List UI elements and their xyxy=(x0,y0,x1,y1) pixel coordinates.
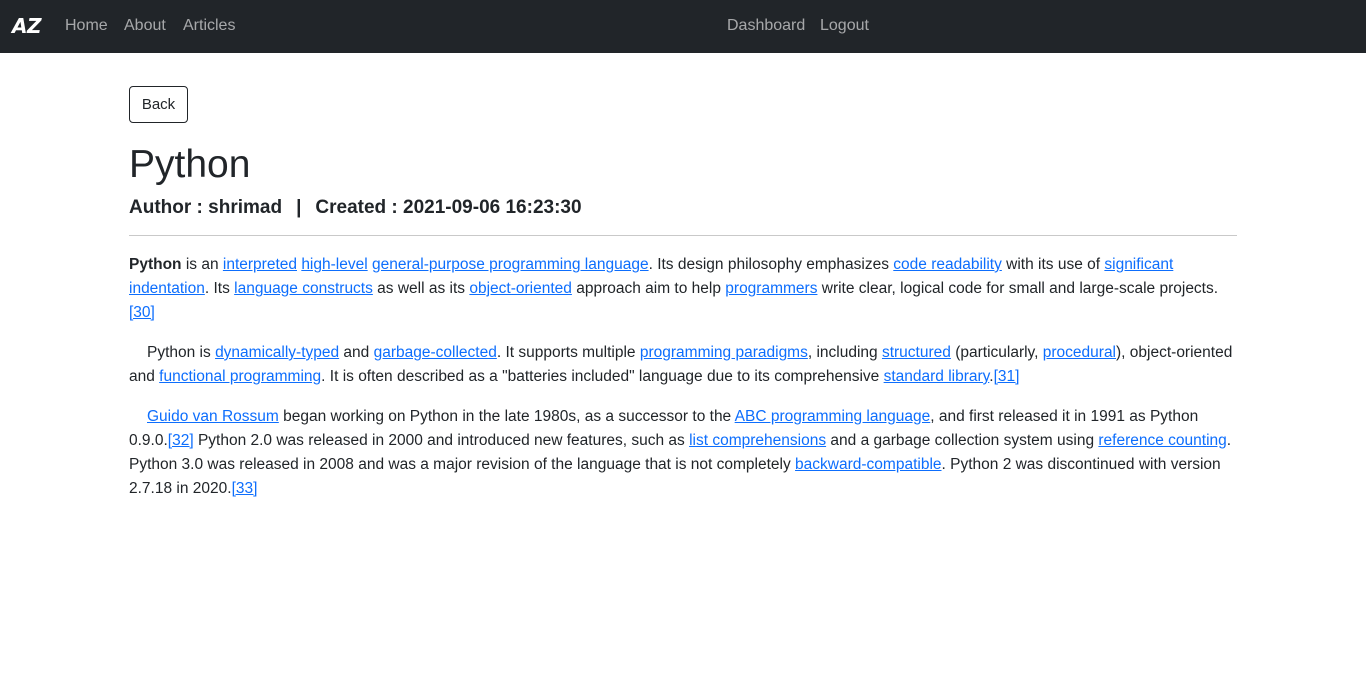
article-paragraph-3: Guido van Rossum began working on Python… xyxy=(129,405,1237,501)
citation-link[interactable]: [32] xyxy=(168,432,194,449)
link-language-constructs[interactable]: language constructs xyxy=(234,280,373,297)
text-span: and a garbage collection system using xyxy=(826,432,1099,449)
text-span: approach aim to help xyxy=(571,280,726,297)
text-span: (particularly, xyxy=(950,344,1043,361)
link-garbage-collected[interactable]: garbage-collected xyxy=(374,344,497,361)
text-span: Python 2.0 was released in 2000 and intr… xyxy=(193,432,690,449)
link-structured[interactable]: structured xyxy=(882,344,951,361)
nav-about-link[interactable]: About xyxy=(124,15,166,37)
link-procedural[interactable]: procedural xyxy=(1043,344,1116,361)
text-span: Python is xyxy=(147,344,216,361)
text-span: . It supports multiple xyxy=(496,344,640,361)
link-standard-library[interactable]: standard library xyxy=(884,368,990,385)
text-span: with its use of xyxy=(1001,256,1105,273)
citation-link[interactable]: [30] xyxy=(129,304,155,321)
meta-separator: | xyxy=(296,197,302,218)
article-body: Python is an interpreted high-level gene… xyxy=(129,253,1237,517)
text-span: and xyxy=(339,344,374,361)
link-list-comprehensions[interactable]: list comprehensions xyxy=(689,432,826,449)
article-title: Python xyxy=(129,143,251,186)
link-high-level[interactable]: high-level xyxy=(301,256,367,273)
link-general-purpose-language[interactable]: general-purpose programming language xyxy=(372,256,649,273)
article-paragraph-1: Python is an interpreted high-level gene… xyxy=(129,253,1237,325)
title-divider xyxy=(129,235,1237,236)
link-guido-van-rossum[interactable]: Guido van Rossum xyxy=(147,408,279,425)
link-code-readability[interactable]: code readability xyxy=(893,256,1002,273)
created-label: Created : 2021-09-06 16:23:30 xyxy=(315,197,582,218)
bold-term: Python xyxy=(129,256,182,273)
link-reference-counting[interactable]: reference counting xyxy=(1098,432,1226,449)
link-programming-paradigms[interactable]: programming paradigms xyxy=(640,344,808,361)
text-span: . It is often described as a "batteries … xyxy=(321,368,884,385)
link-abc-language[interactable]: ABC programming language xyxy=(735,408,931,425)
citation-link[interactable]: [33] xyxy=(232,480,258,497)
text-span: . Its design philosophy emphasizes xyxy=(648,256,894,273)
nav-logout-link[interactable]: Logout xyxy=(820,15,869,37)
text-span: is an xyxy=(181,256,223,273)
link-object-oriented[interactable]: object-oriented xyxy=(469,280,572,297)
nav-dashboard-link[interactable]: Dashboard xyxy=(727,15,805,37)
link-backward-compatible[interactable]: backward-compatible xyxy=(795,456,941,473)
text-span: , including xyxy=(807,344,882,361)
brand-logo[interactable]: AZ xyxy=(12,12,41,40)
author-label: Author : shrimad xyxy=(129,197,283,218)
nav-articles-link[interactable]: Articles xyxy=(183,15,235,37)
link-interpreted[interactable]: interpreted xyxy=(223,256,297,273)
text-span: . Its xyxy=(204,280,235,297)
link-dynamically-typed[interactable]: dynamically-typed xyxy=(215,344,339,361)
nav-home-link[interactable]: Home xyxy=(65,15,108,37)
citation-link[interactable]: [31] xyxy=(994,368,1020,385)
back-button[interactable]: Back xyxy=(129,86,188,123)
article-meta: Author : shrimad | Created : 2021-09-06 16… xyxy=(129,196,582,220)
text-span: as well as its xyxy=(372,280,470,297)
text-span: began working on Python in the late 1980… xyxy=(278,408,735,425)
top-navbar: AZ Home About Articles Dashboard Logout xyxy=(0,0,1366,53)
link-programmers[interactable]: programmers xyxy=(725,280,817,297)
article-paragraph-2: Python is dynamically-typed and garbage-… xyxy=(129,341,1237,389)
text-span: write clear, logical code for small and … xyxy=(817,280,1219,297)
link-functional-programming[interactable]: functional programming xyxy=(159,368,321,385)
